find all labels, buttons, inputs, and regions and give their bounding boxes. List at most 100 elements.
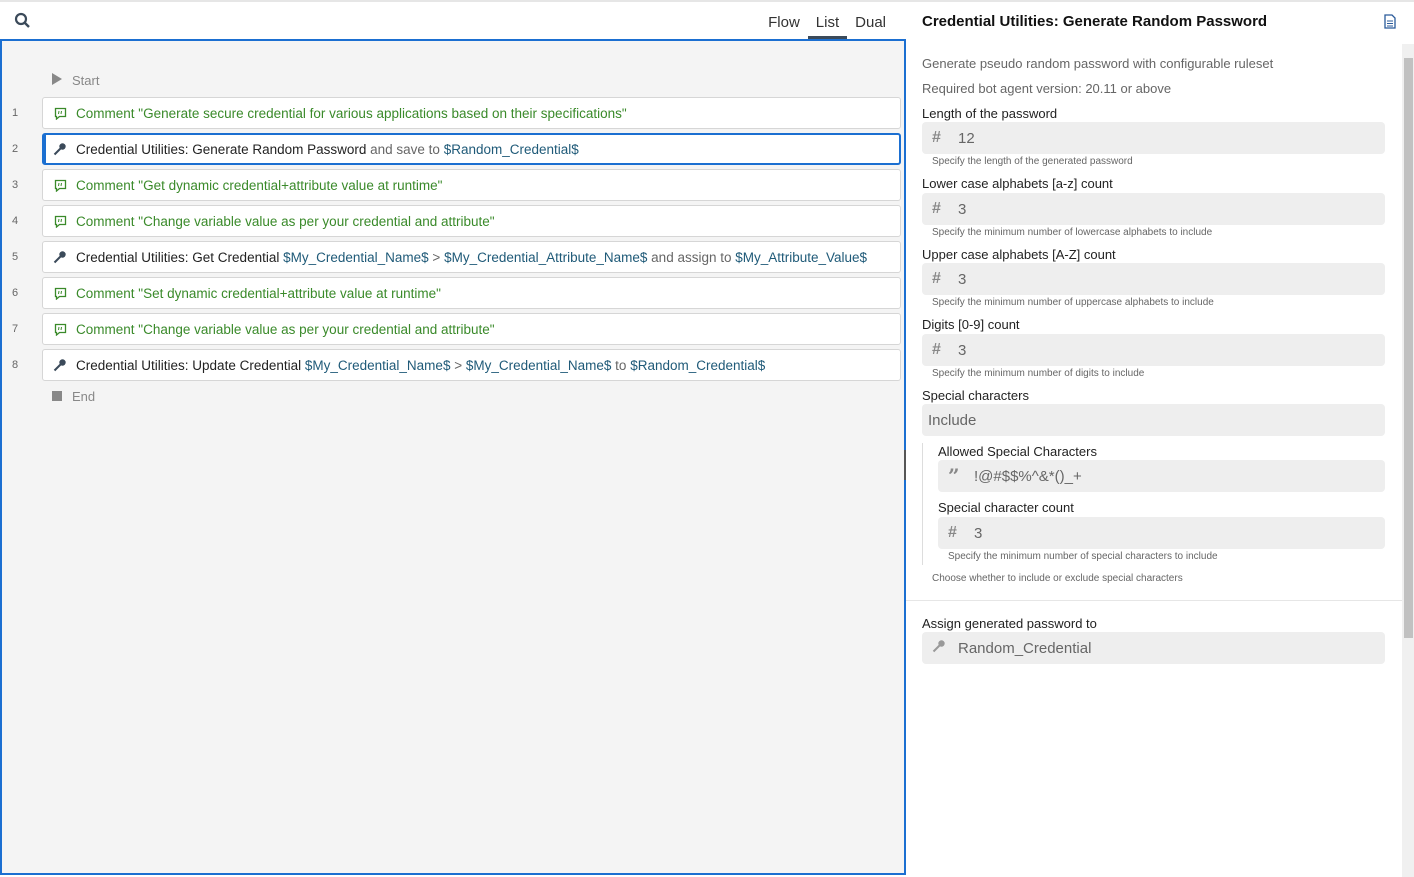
row-text: Comment xyxy=(76,285,139,301)
row-text: Comment xyxy=(76,105,139,121)
allowed-value: !@#$$%^&*()_+ xyxy=(974,467,1082,485)
divider xyxy=(906,600,1402,601)
upper-input[interactable]: #3 xyxy=(922,263,1385,295)
key-icon xyxy=(53,250,67,264)
tab-flow[interactable]: Flow xyxy=(760,14,808,39)
document-icon[interactable] xyxy=(1384,14,1396,34)
digits-help: Specify the minimum number of digits to … xyxy=(932,368,1145,379)
key-icon xyxy=(53,142,67,156)
row-text: to xyxy=(611,357,631,373)
length-value: 12 xyxy=(958,129,975,147)
comment-row[interactable]: Comment "Get dynamic credential+attribut… xyxy=(42,169,901,201)
end-marker: End xyxy=(52,389,95,404)
action-row[interactable]: Credential Utilities: Generate Random Pa… xyxy=(42,133,901,165)
digits-input[interactable]: #3 xyxy=(922,334,1385,366)
row-text: "Generate secure credential for various … xyxy=(138,105,627,121)
row-text: Comment xyxy=(76,321,139,337)
lower-value: 3 xyxy=(958,200,967,218)
variable-token: $Random_Credential$ xyxy=(630,357,766,373)
line-number: 1 xyxy=(12,107,19,119)
action-description: Generate pseudo random password with con… xyxy=(922,56,1274,71)
special-value: Include xyxy=(928,411,977,429)
row-text: Credential Utilities: Generate Random Pa… xyxy=(76,141,367,157)
upper-help: Specify the minimum number of uppercase … xyxy=(932,297,1214,308)
properties-panel: Credential Utilities: Generate Random Pa… xyxy=(906,0,1414,877)
line-number: 5 xyxy=(12,251,19,263)
special-count-help: Specify the minimum number of special ch… xyxy=(948,551,1218,562)
flow-editor: Flow List Dual Start 1 Comment "Generate … xyxy=(0,0,906,875)
action-row[interactable]: Credential Utilities: Get Credential $My… xyxy=(42,241,901,273)
line-number: 7 xyxy=(12,323,19,335)
length-input[interactable]: #12 xyxy=(922,122,1385,154)
comment-row[interactable]: Comment "Set dynamic credential+attribut… xyxy=(42,277,901,309)
tab-list[interactable]: List xyxy=(807,14,848,39)
comment-icon xyxy=(53,106,67,120)
search-icon[interactable] xyxy=(14,12,32,35)
lower-input[interactable]: #3 xyxy=(922,193,1385,225)
row-text: Credential Utilities: Update Credential xyxy=(76,357,305,373)
panel-title: Credential Utilities: Generate Random Pa… xyxy=(922,13,1268,30)
special-select[interactable]: Include xyxy=(922,404,1385,436)
version-note: Required bot agent version: 20.11 or abo… xyxy=(922,81,1172,96)
comment-icon xyxy=(53,178,67,192)
special-label: Special characters xyxy=(922,388,1029,403)
number-icon: # xyxy=(932,200,941,217)
lower-help: Specify the minimum number of lowercase … xyxy=(932,227,1213,238)
variable-token: $My_Credential_Name$ xyxy=(304,357,451,373)
digits-label: Digits [0-9] count xyxy=(922,317,1020,332)
special-help: Choose whether to include or exclude spe… xyxy=(932,573,1183,584)
key-icon xyxy=(53,358,67,372)
line-number: 2 xyxy=(12,143,19,155)
upper-label: Upper case alphabets [A-Z] count xyxy=(922,247,1116,262)
number-icon: # xyxy=(948,524,957,541)
start-marker: Start xyxy=(52,73,99,88)
special-count-input[interactable]: #3 xyxy=(938,517,1385,549)
number-icon: # xyxy=(932,129,941,146)
action-row[interactable]: Credential Utilities: Update Credential … xyxy=(42,349,901,381)
row-text: > xyxy=(428,249,445,265)
comment-icon xyxy=(53,322,67,336)
comment-row[interactable]: Comment "Generate secure credential for … xyxy=(42,97,901,129)
row-text: and assign to xyxy=(647,249,736,265)
comment-row[interactable]: Comment "Change variable value as per yo… xyxy=(42,205,901,237)
digits-value: 3 xyxy=(958,341,967,359)
lower-label: Lower case alphabets [a-z] count xyxy=(922,176,1113,191)
variable-token: $My_Credential_Name$ xyxy=(283,249,429,265)
scrollbar-thumb[interactable] xyxy=(1404,58,1413,638)
editor-toolbar: Flow List Dual xyxy=(0,0,906,40)
variable-token: $My_Credential_Attribute_Name$ xyxy=(444,249,648,265)
assign-variable-select[interactable]: Random_Credential xyxy=(922,632,1385,664)
number-icon: # xyxy=(932,341,941,358)
row-text: "Change variable value as per your crede… xyxy=(138,213,495,229)
key-icon xyxy=(932,639,948,658)
row-text: "Set dynamic credential+attribute value … xyxy=(138,285,441,301)
row-text: and save to xyxy=(366,141,444,157)
upper-value: 3 xyxy=(958,270,967,288)
row-text: "Get dynamic credential+attribute value … xyxy=(138,177,443,193)
line-number: 8 xyxy=(12,359,19,371)
tab-dual[interactable]: Dual xyxy=(847,14,894,39)
comment-row[interactable]: Comment "Change variable value as per yo… xyxy=(42,313,901,345)
panel-scrollbar[interactable] xyxy=(1402,44,1414,877)
variable-token: $My_Attribute_Value$ xyxy=(735,249,868,265)
nested-group-line xyxy=(922,443,923,565)
special-count-label: Special character count xyxy=(938,500,1074,515)
row-text: > xyxy=(450,357,466,373)
view-tabs: Flow List Dual xyxy=(760,14,894,39)
line-number: 4 xyxy=(12,215,19,227)
row-text: Credential Utilities: Get Credential xyxy=(76,249,284,265)
stop-icon xyxy=(52,389,62,404)
line-number: 3 xyxy=(12,179,19,191)
start-label: Start xyxy=(72,73,100,88)
number-icon: # xyxy=(932,270,941,287)
end-label: End xyxy=(72,389,96,404)
allowed-input[interactable]: ” !@#$$%^&*()_+ xyxy=(938,460,1385,492)
special-count-value: 3 xyxy=(974,524,983,542)
row-text: Comment xyxy=(76,213,139,229)
line-number: 6 xyxy=(12,287,19,299)
comment-icon xyxy=(53,286,67,300)
row-text: "Change variable value as per your crede… xyxy=(138,321,495,337)
play-icon xyxy=(52,73,62,88)
variable-token: $My_Credential_Name$ xyxy=(465,357,612,373)
list-canvas: Start 1 Comment "Generate secure credenti… xyxy=(0,39,906,875)
